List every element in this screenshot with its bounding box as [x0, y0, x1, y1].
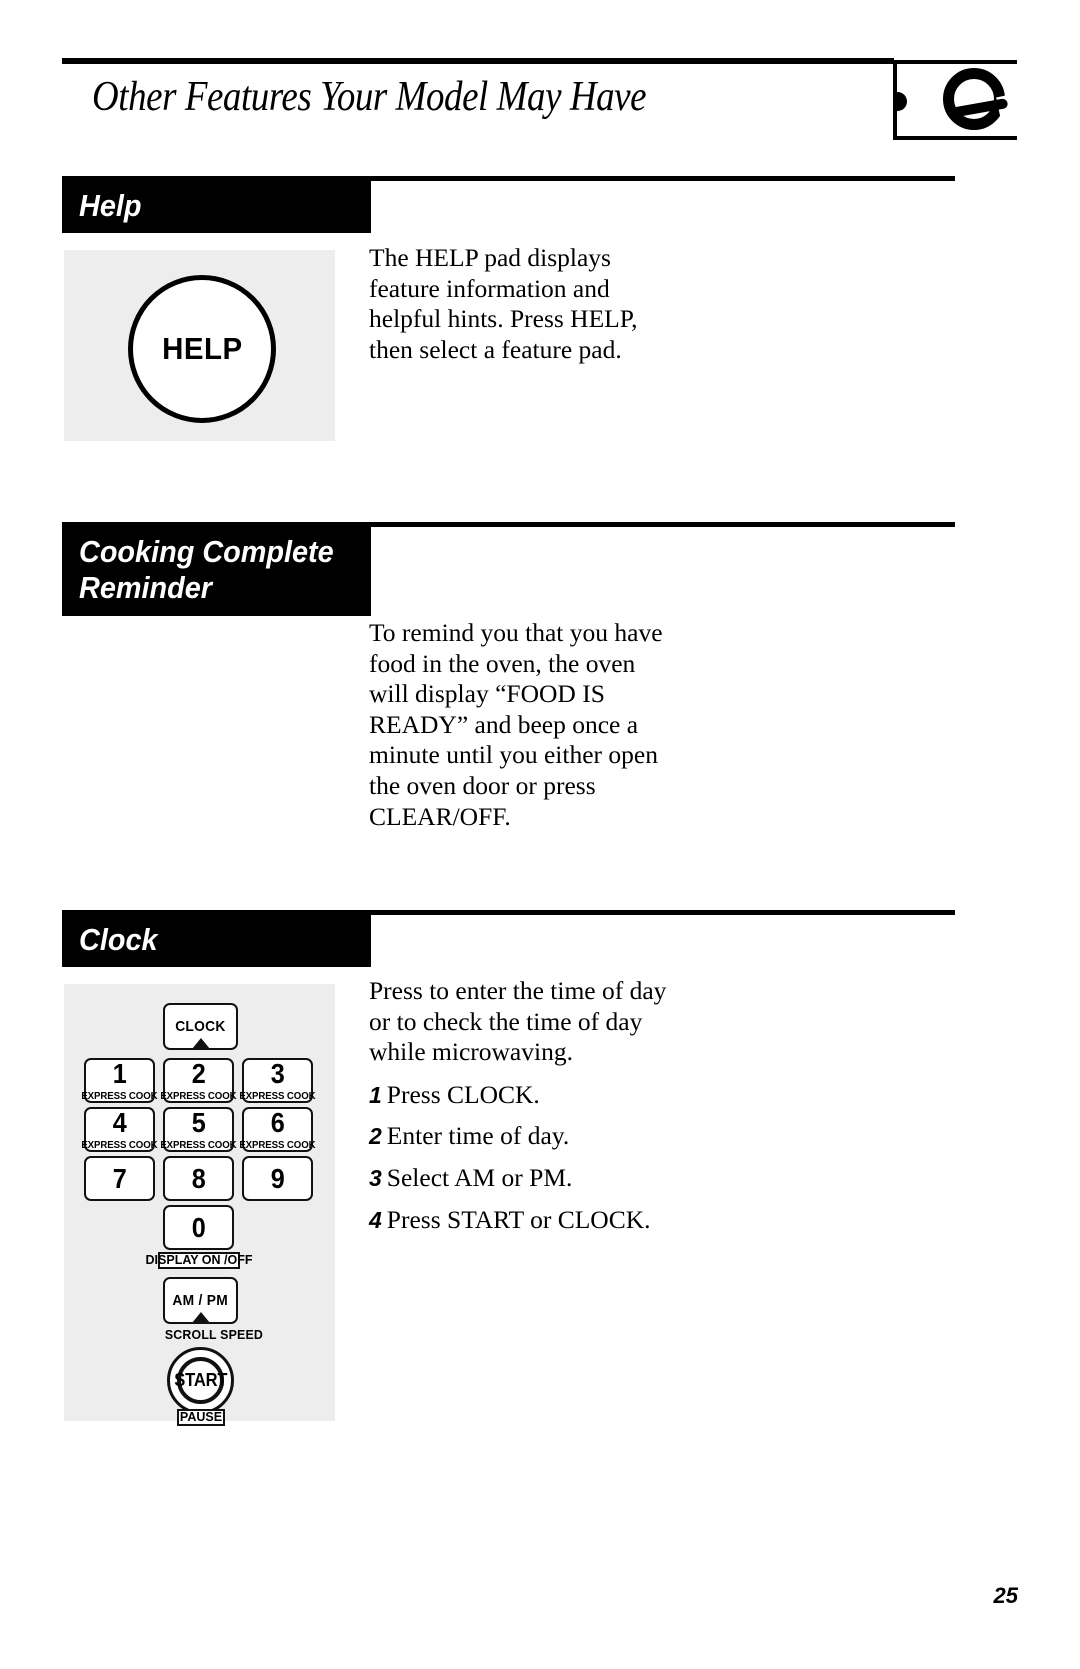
am-pm-key-label: AM / PM	[172, 1292, 229, 1309]
clock-body-text: Press to enter the time of day or to che…	[369, 976, 669, 1235]
paragraph: The HELP pad displays feature informatio…	[369, 243, 638, 364]
key-0[interactable]: 0	[163, 1205, 234, 1250]
step-text: Enter time of day.	[386, 1121, 570, 1151]
dial-knob-icon	[943, 68, 1017, 130]
paragraph: To remind you that you have food in the …	[369, 618, 663, 831]
key-digit: 1	[112, 1057, 127, 1089]
start-key-inner-ring: START	[173, 1356, 228, 1405]
key-sublabel: EXPRESS COOK	[160, 1138, 237, 1151]
key-sublabel: EXPRESS COOK	[239, 1089, 316, 1102]
key-sublabel: EXPRESS COOK	[239, 1138, 316, 1151]
key-3[interactable]: 3 EXPRESS COOK	[239, 1057, 316, 1103]
key-4[interactable]: 4 EXPRESS COOK	[81, 1106, 158, 1152]
clock-steps-list: 1 Press CLOCK. 2 Enter time of day. 3 Selec…	[369, 1080, 669, 1235]
clock-step: 3 Select AM or PM.	[369, 1163, 669, 1194]
section-clock: Clock	[62, 910, 955, 968]
scroll-speed-label: SCROLL SPEED	[164, 1327, 264, 1342]
section-heading-line: Clock	[79, 922, 158, 957]
key-7[interactable]: 7	[84, 1156, 155, 1201]
help-pad-button[interactable]: HELP	[128, 275, 276, 423]
start-key-label: START	[173, 1369, 228, 1390]
key-digit: 6	[270, 1106, 285, 1138]
key-8[interactable]: 8	[163, 1156, 234, 1201]
step-number: 4	[369, 1206, 382, 1233]
key-sublabel: EXPRESS COOK	[81, 1089, 158, 1102]
key-5[interactable]: 5 EXPRESS COOK	[160, 1106, 237, 1152]
key-digit: 2	[191, 1057, 206, 1089]
help-pad-graphic: HELP	[64, 250, 335, 441]
clock-step: 2 Enter time of day.	[369, 1121, 669, 1152]
page-number: 25	[993, 1583, 1018, 1608]
step-number: 3	[369, 1164, 382, 1191]
section-heading-help: Help	[62, 181, 371, 234]
step-number: 2	[369, 1123, 382, 1150]
section-heading-line: Reminder	[79, 570, 212, 606]
step-text: Press CLOCK.	[386, 1079, 540, 1109]
cooking-complete-body-text: To remind you that you have food in the …	[369, 618, 669, 832]
paragraph: Press to enter the time of day or to che…	[369, 976, 667, 1067]
key-digit: 0	[191, 1211, 206, 1243]
pause-label: PAUSE	[177, 1409, 225, 1426]
key-2[interactable]: 2 EXPRESS COOK	[160, 1057, 237, 1103]
section-heading-cooking-complete-reminder: Cooking Complete Reminder	[62, 527, 371, 616]
clock-key-label: CLOCK	[175, 1018, 226, 1035]
key-sublabel: EXPRESS COOK	[81, 1138, 158, 1151]
header-rule	[62, 58, 894, 64]
step-text: Select AM or PM.	[386, 1162, 573, 1192]
key-digit: 7	[112, 1162, 127, 1194]
section-help: Help	[62, 176, 955, 234]
am-pm-key-arrow-icon	[191, 1312, 210, 1323]
thumb-index-tab	[893, 60, 1017, 140]
key-9[interactable]: 9	[242, 1156, 313, 1201]
key-digit: 5	[191, 1106, 206, 1138]
section-heading-clock: Clock	[62, 915, 371, 968]
key-digit: 3	[270, 1057, 285, 1089]
am-pm-key[interactable]: AM / PM	[163, 1277, 238, 1324]
start-key[interactable]: START	[167, 1347, 234, 1414]
key-sublabel: EXPRESS COOK	[160, 1089, 237, 1102]
step-text: Press START or CLOCK.	[386, 1204, 651, 1234]
key-digit: 8	[191, 1162, 206, 1194]
key-1[interactable]: 1 EXPRESS COOK	[81, 1057, 158, 1103]
page-title: Other Features Your Model May Have	[92, 74, 647, 120]
section-heading-line: Cooking Complete	[79, 534, 334, 569]
key-digit: 9	[270, 1162, 285, 1194]
dial-knob-notch	[996, 92, 1017, 118]
display-on-off-label: DISPLAY ON /OFF	[145, 1252, 253, 1269]
key-digit: 4	[112, 1106, 127, 1138]
key-6[interactable]: 6 EXPRESS COOK	[239, 1106, 316, 1152]
section-cooking-complete-reminder: Cooking Complete Reminder	[62, 522, 955, 616]
clock-key[interactable]: CLOCK	[163, 1003, 238, 1050]
clock-key-arrow-icon	[191, 1038, 210, 1049]
section-heading-line: Help	[79, 188, 142, 223]
help-body-text: The HELP pad displays feature informatio…	[369, 243, 669, 365]
help-pad-label: HELP	[161, 331, 243, 366]
manual-page: Other Features Your Model May Have Help …	[0, 0, 1080, 1669]
keypad-graphic: CLOCK 1 EXPRESS COOK 2 EXPRESS COOK 3 EX…	[64, 984, 335, 1426]
step-number: 1	[369, 1081, 382, 1108]
clock-step: 4 Press START or CLOCK.	[369, 1205, 669, 1236]
bullet-icon	[897, 92, 907, 111]
clock-step: 1 Press CLOCK.	[369, 1080, 669, 1111]
